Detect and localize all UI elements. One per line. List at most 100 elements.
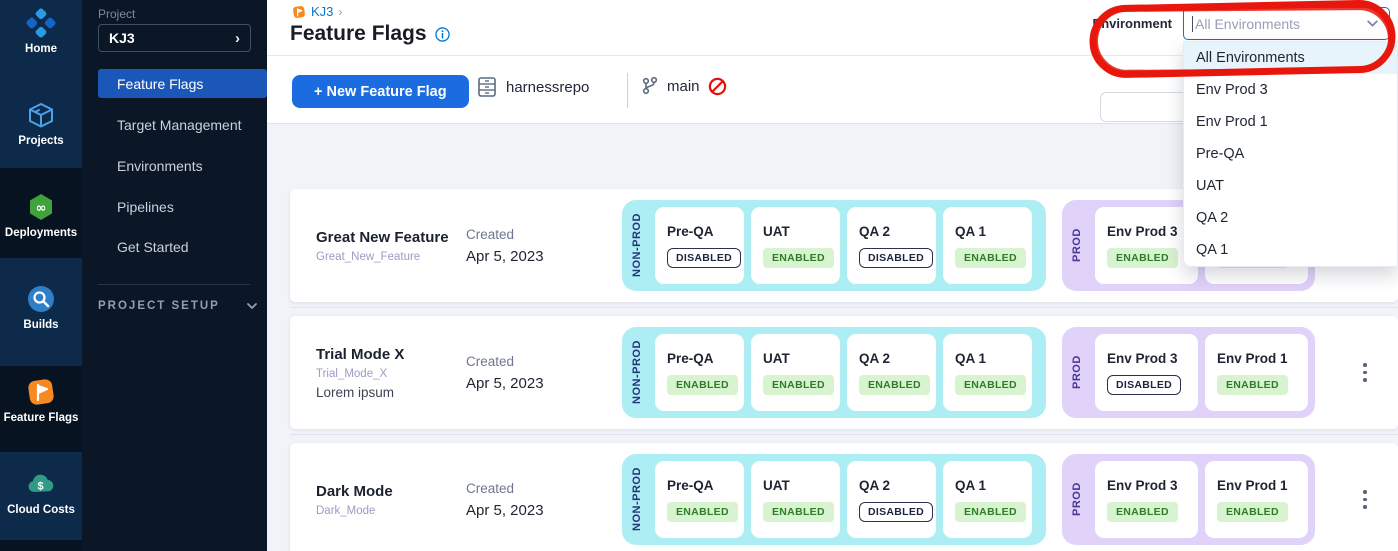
env-card[interactable]: UAT ENABLED [751,461,840,538]
project-setup-toggle[interactable]: PROJECT SETUP [98,300,258,312]
env-card[interactable]: Pre-QA DISABLED [655,207,744,284]
project-name: KJ3 [109,30,135,46]
info-icon[interactable] [435,27,450,42]
environment-select[interactable]: All Environments [1183,7,1390,40]
env-card[interactable]: QA 2 DISABLED [847,461,936,538]
env-card[interactable]: Pre-QA ENABLED [655,334,744,411]
status-badge[interactable]: ENABLED [1217,502,1288,522]
env-card[interactable]: Env Prod 1 ENABLED [1205,334,1308,411]
prod-group: PROD Env Prod 3 DISABLED Env Prod 1 ENAB… [1062,327,1315,418]
sidebar-item-pipelines[interactable]: Pipelines [98,192,267,221]
env-card[interactable]: QA 1 ENABLED [943,334,1032,411]
flag-name[interactable]: Trial Mode X [316,346,461,363]
row-menu-button[interactable] [1350,443,1380,551]
non-prod-group: NON-PROD Pre-QA ENABLED UAT ENABLED QA 2… [622,327,1046,418]
chevron-down-icon [1366,17,1379,30]
svg-text:∞: ∞ [36,201,47,216]
environment-option[interactable]: Pre-QA [1184,138,1397,170]
rail-label: Feature Flags [0,412,82,425]
status-badge[interactable]: ENABLED [955,375,1026,395]
status-badge[interactable]: DISABLED [667,248,741,268]
environment-option[interactable]: Env Prod 1 [1184,106,1397,138]
flag-description: Lorem ipsum [316,385,461,400]
chevron-right-icon: › [338,5,342,19]
env-card[interactable]: UAT ENABLED [751,334,840,411]
new-feature-flag-button[interactable]: + New Feature Flag [292,75,469,108]
project-setup-label: PROJECT SETUP [98,300,220,312]
status-badge[interactable]: ENABLED [763,502,834,522]
status-badge[interactable]: ENABLED [1217,375,1288,395]
app-window: Home Projects ∞ Deployments Builds [0,0,1398,551]
sidebar-item-target-management[interactable]: Target Management [98,110,267,139]
env-name: QA 2 [859,351,924,366]
sidebar-item-home[interactable]: Home [0,8,82,56]
env-card[interactable]: QA 1 ENABLED [943,461,1032,538]
svg-text:$: $ [37,481,43,493]
created-label: Created [466,227,544,242]
env-card[interactable]: Env Prod 1 ENABLED [1205,461,1308,538]
sidebar-item-deployments[interactable]: ∞ Deployments [0,192,82,240]
cloud-costs-icon: $ [26,469,56,499]
status-badge[interactable]: ENABLED [667,502,738,522]
sidebar-item-cloud-costs[interactable]: $ Cloud Costs [0,469,82,517]
sidebar-item-get-started[interactable]: Get Started [98,232,267,261]
repo-name: harnessrepo [506,79,589,96]
flag-created: Created Apr 5, 2023 [466,189,544,302]
nav-item-label: Target Management [117,117,242,133]
row-menu-button[interactable] [1350,316,1380,429]
flag-identifier: Trial_Mode_X [316,368,461,380]
status-badge[interactable]: ENABLED [763,375,834,395]
chevron-right-icon: › [235,30,240,47]
status-badge[interactable]: ENABLED [955,502,1026,522]
env-card[interactable]: UAT ENABLED [751,207,840,284]
flag-info: Great New Feature Great_New_Feature [316,189,461,302]
env-card[interactable]: Env Prod 3 ENABLED [1095,461,1198,538]
environment-filter-label: Environment [1090,16,1172,31]
status-badge[interactable]: ENABLED [859,375,930,395]
env-card[interactable]: QA 2 ENABLED [847,334,936,411]
sidebar-item-feature-flags-page[interactable]: Feature Flags [98,69,267,98]
text-cursor [1192,16,1193,32]
status-badge[interactable]: ENABLED [667,375,738,395]
prod-label: PROD [1066,334,1088,411]
flag-name[interactable]: Great New Feature [316,229,461,246]
environment-option[interactable]: All Environments [1184,42,1397,74]
sidebar-item-environments[interactable]: Environments [98,151,267,180]
env-name: QA 1 [955,351,1020,366]
created-label: Created [466,354,544,369]
env-name: Env Prod 1 [1217,351,1296,366]
env-name: Env Prod 3 [1107,351,1186,366]
env-card[interactable]: Env Prod 3 DISABLED [1095,334,1198,411]
status-badge[interactable]: DISABLED [859,248,933,268]
environment-option[interactable]: QA 1 [1184,234,1397,266]
prod-group: PROD Env Prod 3 ENABLED Env Prod 1 ENABL… [1062,454,1315,545]
env-name: Pre-QA [667,351,732,366]
status-badge[interactable]: ENABLED [955,248,1026,268]
repo-selector[interactable]: harnessrepo [477,76,589,98]
breadcrumb-project-link[interactable]: KJ3 [311,4,333,19]
project-selector[interactable]: KJ3 › [98,24,251,52]
status-badge[interactable]: DISABLED [1107,375,1181,395]
environment-option[interactable]: QA 2 [1184,202,1397,234]
sidebar-item-feature-flags[interactable]: Feature Flags [0,377,82,425]
divider [290,434,1398,435]
sidebar-item-builds[interactable]: Builds [0,284,82,332]
status-badge[interactable]: ENABLED [1107,502,1178,522]
breadcrumb: KJ3 › [292,4,342,19]
branch-selector[interactable]: main [641,76,727,96]
nav-item-label: Get Started [117,239,189,255]
sidebar-item-projects[interactable]: Projects [0,100,82,148]
projects-icon [26,100,56,130]
feature-flags-icon [26,377,56,407]
status-badge[interactable]: ENABLED [1107,248,1178,268]
builds-icon [26,284,56,314]
env-card[interactable]: Pre-QA ENABLED [655,461,744,538]
status-badge[interactable]: ENABLED [763,248,834,268]
flag-name[interactable]: Dark Mode [316,483,461,500]
environment-option[interactable]: Env Prod 3 [1184,74,1397,106]
environment-option[interactable]: UAT [1184,170,1397,202]
status-badge[interactable]: DISABLED [859,502,933,522]
env-card[interactable]: QA 2 DISABLED [847,207,936,284]
env-name: Env Prod 3 [1107,224,1186,239]
env-card[interactable]: QA 1 ENABLED [943,207,1032,284]
